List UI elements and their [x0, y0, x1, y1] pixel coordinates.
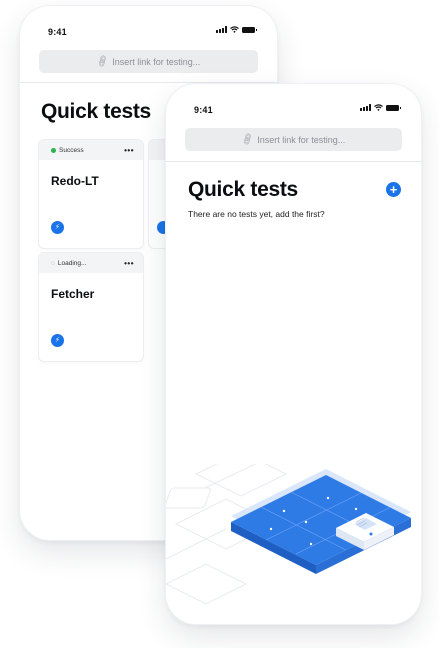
status-time: 9:41: [48, 27, 67, 37]
bolt-icon: ⚡︎: [51, 221, 64, 234]
card-title: Redo-LT: [51, 174, 99, 188]
wifi-icon: [230, 26, 239, 33]
test-card[interactable]: ◌ Loading... ••• Fetcher ⚡︎: [39, 253, 143, 361]
battery-icon: [386, 104, 401, 111]
card-status: Loading...: [57, 259, 87, 267]
add-test-button[interactable]: +: [386, 182, 401, 197]
link-icon: 🔗︎: [94, 53, 110, 69]
status-bar: 9:41: [166, 84, 421, 124]
header-divider: [20, 82, 277, 83]
wifi-icon: [374, 104, 383, 111]
header-divider: [166, 161, 421, 162]
page-title: Quick tests: [41, 100, 151, 123]
signal-icon: [360, 104, 371, 111]
empty-state-message: There are no tests yet, add the first?: [188, 209, 325, 219]
card-title: Fetcher: [51, 287, 95, 301]
menu-dots-icon[interactable]: •••: [124, 259, 134, 268]
success-dot-icon: [51, 147, 56, 153]
url-placeholder: Insert link for testing...: [257, 134, 346, 145]
status-bar: 9:41: [20, 6, 277, 46]
page-title: Quick tests: [188, 178, 298, 201]
test-card[interactable]: Success ••• Redo-LT ⚡︎: [39, 140, 143, 248]
bolt-icon: ⚡︎: [51, 334, 64, 347]
status-icons: [216, 26, 257, 33]
url-placeholder: Insert link for testing...: [112, 56, 201, 67]
signal-icon: [216, 26, 227, 33]
card-header: ◌ Loading... •••: [39, 253, 143, 273]
link-icon: 🔗︎: [239, 131, 255, 147]
status-icons: [360, 104, 401, 111]
status-time: 9:41: [194, 105, 213, 115]
battery-icon: [242, 26, 257, 33]
front-phone-screen: 9:41 🔗︎ Insert link for testing... Quick…: [166, 84, 421, 624]
url-input[interactable]: 🔗︎ Insert link for testing...: [39, 50, 258, 73]
loading-spinner-icon: ◌: [51, 259, 55, 267]
plus-icon: +: [389, 182, 398, 197]
card-status: Success: [59, 146, 84, 154]
menu-dots-icon[interactable]: •••: [124, 146, 134, 155]
card-header: Success •••: [39, 140, 143, 160]
url-input[interactable]: 🔗︎ Insert link for testing...: [185, 128, 402, 151]
empty-state-illustration: [166, 464, 411, 605]
